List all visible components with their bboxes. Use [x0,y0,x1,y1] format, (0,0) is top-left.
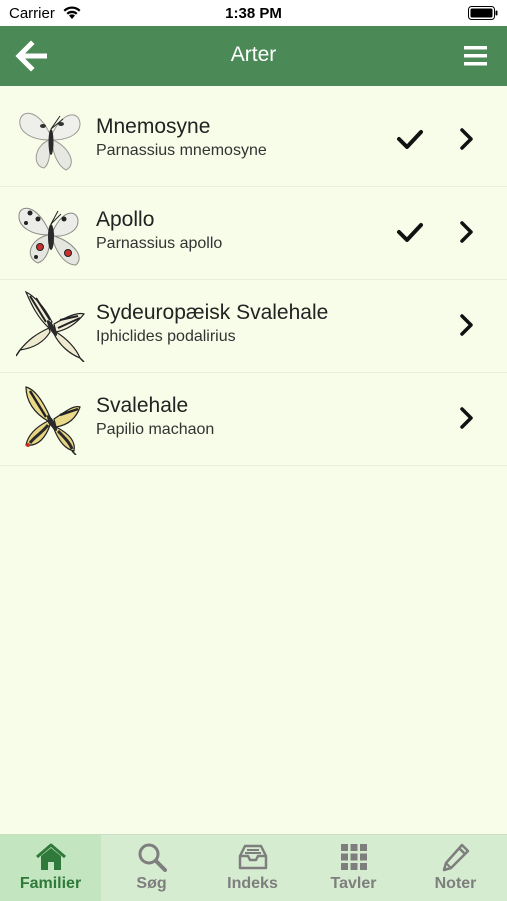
species-name: Apollo [96,208,155,231]
tab-tavler[interactable]: Tavler [303,835,404,901]
species-latin-name: Parnassius mnemosyne [96,142,267,159]
species-row-sydeuropaeisk-svalehale[interactable]: Sydeuropæisk Svalehale Iphiclides podali… [0,280,507,373]
species-name: Sydeuropæisk Svalehale [96,301,329,324]
species-latin-name: Iphiclides podalirius [96,328,236,345]
chevron-right-icon [460,128,473,150]
chevron-right-icon [460,314,473,336]
page-title: Arter [230,43,277,66]
apollo-butterfly-image [18,207,80,266]
inbox-icon [238,844,267,870]
tab-indeks[interactable]: Indeks [202,835,303,901]
scarce-swallowtail-butterfly-image [16,290,86,362]
species-latin-name: Papilio machaon [96,421,215,438]
status-bar: Carrier 1:38 PM [0,0,507,26]
species-row-apollo[interactable]: Apollo Parnassius apollo [0,187,507,280]
battery-icon [468,6,498,20]
chevron-right-icon [460,221,473,243]
species-list: Mnemosyne Parnassius mnemosyne Apollo Pa… [0,94,507,466]
clock: 1:38 PM [225,5,282,22]
tab-sog[interactable]: Søg [101,835,202,901]
checkmark-icon [397,223,423,242]
grid-icon [340,844,367,870]
tab-label: Noter [434,875,477,892]
tab-label: Tavler [330,875,377,892]
species-row-svalehale[interactable]: Svalehale Papilio machaon [0,373,507,466]
species-latin-name: Parnassius apollo [96,235,223,252]
swallowtail-butterfly-image [25,386,81,455]
species-name: Svalehale [96,394,189,417]
navigation-bar: Arter [0,26,507,86]
mnemosyne-butterfly-image [19,112,81,171]
tab-noter[interactable]: Noter [404,835,507,901]
pencil-icon [442,843,469,872]
tab-label: Søg [136,875,167,892]
hamburger-menu-icon[interactable] [464,45,487,67]
search-icon [138,843,167,872]
home-icon [35,843,66,870]
species-row-mnemosyne[interactable]: Mnemosyne Parnassius mnemosyne [0,94,507,187]
checkmark-icon [397,130,423,149]
chevron-right-icon [460,407,473,429]
species-name: Mnemosyne [96,115,211,138]
tab-bar: Familier Søg Indeks Tavler Noter [0,834,507,901]
tab-label: Familier [19,875,82,892]
tab-label: Indeks [227,875,278,892]
tab-familier[interactable]: Familier [0,835,101,901]
